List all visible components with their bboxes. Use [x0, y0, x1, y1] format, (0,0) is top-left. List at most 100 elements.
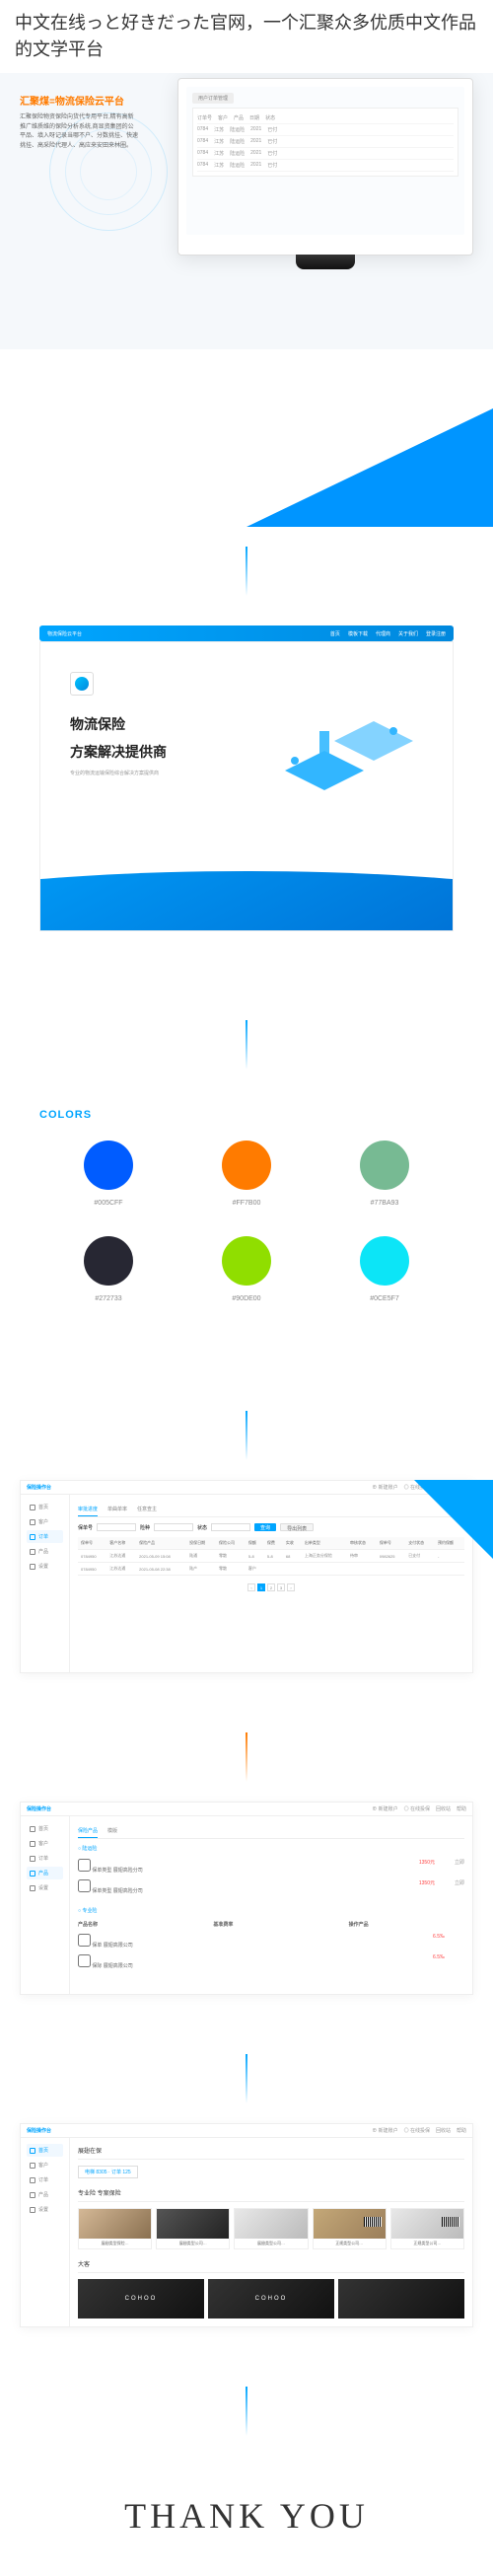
sidebar-icon [30, 2207, 35, 2213]
product-row[interactable]: 保单 展翅高限公司6.5‰ [78, 1931, 464, 1951]
sidebar-item[interactable]: 首页 [27, 1822, 63, 1835]
header-nav-item[interactable]: ◎ 在线投保 [404, 2127, 430, 2134]
header-nav-item[interactable]: 回收站 [436, 2127, 451, 2134]
product-row[interactable]: 保单类型 展翅高险分司1350元立即 [78, 1877, 464, 1897]
hero-title: 汇聚煤=物流保险云平台 [20, 93, 138, 108]
sidebar-item[interactable]: 订单 [27, 1852, 63, 1865]
tab[interactable]: 模版 [107, 1824, 117, 1838]
color-swatch: #90DE00 [222, 1236, 271, 1302]
sidebar-item[interactable]: 设置 [27, 1881, 63, 1894]
divider [246, 2054, 247, 2103]
panel-brand: 保险操作台 [27, 2127, 51, 2134]
sidebar-item[interactable]: 产品 [27, 2188, 63, 2201]
product-card[interactable]: 正规类型公司… [313, 2208, 387, 2249]
nav-link[interactable]: 首页 [330, 630, 340, 637]
product-row[interactable]: 保际 展翅高限公司6.5‰ [78, 1951, 464, 1972]
search-input[interactable] [154, 1523, 193, 1531]
app-icon [70, 672, 94, 696]
screen-tab: 用户订单管理 [192, 93, 234, 104]
colors-section: COLORS #005CFF#FF7B00#77BA93 #272733#90D… [0, 1089, 493, 1352]
product-card[interactable]: 展翅类型公司… [156, 2208, 230, 2249]
header-nav-item[interactable]: 帮助 [457, 2127, 466, 2134]
color-swatch: #77BA93 [360, 1141, 409, 1207]
tab[interactable]: 单曲单率 [107, 1503, 127, 1516]
sidebar-icon [30, 2148, 35, 2154]
sidebar-item[interactable]: 首页 [27, 2144, 63, 2157]
header-nav-item[interactable]: 帮助 [457, 1805, 466, 1812]
panel-brand: 保险操作台 [27, 1805, 51, 1812]
sidebar-item[interactable]: 设置 [27, 2203, 63, 2216]
sidebar-item[interactable]: 产品 [27, 1545, 63, 1558]
hero-description: 汇聚保险物资保险向货代专用平台,精有高新推广维质维的保险分析系统,商显资集团的公… [20, 113, 138, 151]
product-checkbox[interactable] [78, 1934, 91, 1947]
brand-card[interactable]: COHOO [208, 2279, 334, 2318]
search-button[interactable]: 查询 [254, 1523, 276, 1531]
sidebar-icon [30, 1826, 35, 1832]
sidebar-item[interactable]: 客户 [27, 2159, 63, 2171]
color-swatch: #005CFF [84, 1141, 133, 1207]
sidebar-item[interactable]: 客户 [27, 1837, 63, 1850]
sidebar-icon [30, 1885, 35, 1891]
tab[interactable]: 任意查主 [137, 1503, 157, 1516]
table-row[interactable]: 0784950江苏达通2021-05-08 22:38陆产零散客户 [78, 1563, 464, 1576]
product-group-label: ○ 陆运险 [78, 1845, 464, 1852]
export-button[interactable]: 导出列表 [280, 1523, 314, 1531]
monitor-frame: 用户订单管理 订单号客户产品日期状态 0784江苏陆运险2021已付 0784江… [177, 78, 473, 256]
sidebar-item[interactable]: 客户 [27, 1515, 63, 1528]
panel-shop-section: 保险操作台 ⊕ 新建账户◎ 在线投保回收站帮助 首页客户订单产品设置 展翅在保 … [0, 2123, 493, 2327]
product-checkbox[interactable] [78, 1954, 91, 1967]
pagination[interactable]: ‹123› [78, 1583, 464, 1591]
header-nav-item[interactable]: ⊕ 新建账户 [372, 2127, 397, 2134]
product-card[interactable]: 正规类型公司… [390, 2208, 464, 2249]
product-checkbox[interactable] [78, 1859, 91, 1872]
panel-brand: 保险操作台 [27, 1484, 51, 1491]
sidebar-item[interactable]: 产品 [27, 1867, 63, 1879]
nav-link[interactable]: 模板下载 [348, 630, 368, 637]
header-nav-item[interactable]: 回收站 [436, 1805, 451, 1812]
table-row[interactable]: 0784950江苏达通2021-05-09 15:08陆通零散5-85-868上… [78, 1550, 464, 1563]
search-input[interactable] [211, 1523, 250, 1531]
sidebar-item[interactable]: 首页 [27, 1501, 63, 1513]
nav-link[interactable]: 登录注册 [426, 630, 446, 637]
brand-card[interactable]: COHOO [78, 2279, 204, 2318]
sidebar-icon [30, 1505, 35, 1510]
shop-section-2: 大客 [78, 2259, 464, 2273]
product-card[interactable]: 展翅类型公司… [234, 2208, 308, 2249]
nav-link[interactable]: 代理商 [376, 630, 390, 637]
sidebar-icon [30, 1534, 35, 1540]
data-table: 保单号客户名称保险产品投保日期保险公司保额保费实收出单类型审核状态保单号支付状态… [78, 1537, 464, 1576]
sidebar-icon [30, 1856, 35, 1862]
divider [246, 1732, 247, 1782]
search-input[interactable] [97, 1523, 136, 1531]
sidebar-icon [30, 1519, 35, 1525]
sidebar-item[interactable]: 设置 [27, 1560, 63, 1573]
page-header: 中文在线っと好きだった官网，一个汇聚众多优质中文作品的文学平台 [0, 0, 493, 73]
sidebar-icon [30, 2192, 35, 2198]
wave-decoration [40, 871, 453, 930]
sidebar-item[interactable]: 订单 [27, 1530, 63, 1543]
banner-nav-bar: 物流保险云平台 首页 模板下载 代理商 关于我们 登录注册 [39, 626, 454, 641]
banner-brand: 物流保险云平台 [47, 630, 82, 637]
divider [246, 1411, 247, 1460]
brand-card[interactable] [338, 2279, 464, 2318]
divider [246, 2387, 247, 2436]
nav-link[interactable]: 关于我们 [398, 630, 418, 637]
product-group-label: ○ 专业险 [78, 1907, 464, 1914]
product-card[interactable]: 展翅类型保险… [78, 2208, 152, 2249]
product-checkbox[interactable] [78, 1879, 91, 1892]
corner-decoration [414, 1480, 493, 1559]
header-nav-item[interactable]: ◎ 在线投保 [404, 1805, 430, 1812]
tab[interactable]: 审批进度 [78, 1503, 98, 1516]
header-nav-item[interactable]: ⊕ 新建账户 [372, 1805, 397, 1812]
hero-section: 汇聚煤=物流保险云平台 汇聚保险物资保险向货代专用平台,精有高新推广维质维的保险… [0, 73, 493, 349]
isometric-illustration [265, 692, 423, 820]
tab[interactable]: 保险产品 [78, 1824, 98, 1838]
shop-stats-tag: 电梯 8305 · 订单 125 [78, 2166, 138, 2178]
divider [246, 1020, 247, 1069]
thank-you-text: THANK YOU [0, 2456, 493, 2576]
sidebar-item[interactable]: 订单 [27, 2173, 63, 2186]
color-swatch: #FF7B00 [222, 1141, 271, 1207]
sidebar-icon [30, 1564, 35, 1570]
header-nav-item[interactable]: ⊕ 新建账户 [372, 1484, 397, 1491]
product-row[interactable]: 保单类型 展翅高险分司1350元立即 [78, 1856, 464, 1877]
